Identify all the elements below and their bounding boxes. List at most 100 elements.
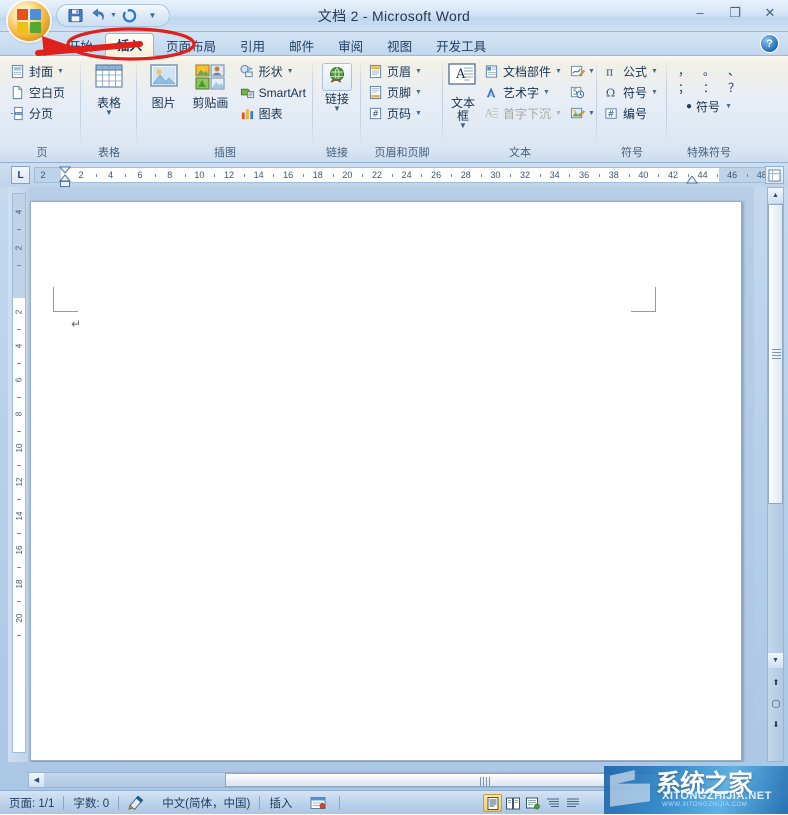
object-button[interactable]: ▼: [567, 103, 598, 124]
chevron-down-icon[interactable]: ▼: [57, 68, 64, 75]
header-button[interactable]: 页眉 ▼: [365, 61, 425, 82]
status-proofing-button[interactable]: [119, 791, 153, 815]
vertical-scroll-thumb[interactable]: [768, 204, 783, 504]
signature-line-button[interactable]: ▼: [567, 61, 598, 82]
horizontal-ruler-bar[interactable]: 2 2 4 6 8 10 12 14 16 18 20 22 24 26 28 30 32 34 36 38 40 42 4…: [34, 166, 778, 187]
status-word-count[interactable]: 字数: 0: [64, 791, 118, 815]
clipart-button[interactable]: 剪贴画: [186, 61, 234, 110]
customize-qat-button[interactable]: ▼: [142, 6, 163, 25]
view-outline-button[interactable]: [543, 794, 562, 812]
select-browse-object-button[interactable]: ◯: [769, 696, 783, 710]
scroll-left-button[interactable]: ◀: [29, 773, 44, 787]
group-caption-special-symbols: 特殊符号: [687, 147, 731, 159]
special-symbol-colon[interactable]: ：: [703, 79, 715, 96]
view-print-layout-button[interactable]: [483, 794, 502, 812]
save-button[interactable]: [65, 6, 86, 25]
numbering-button[interactable]: # 编号: [601, 103, 661, 124]
chevron-down-icon[interactable]: ▼: [415, 110, 422, 117]
close-button[interactable]: ✕: [758, 4, 782, 21]
maximize-button[interactable]: ❐: [723, 4, 747, 21]
status-language[interactable]: 中文(简体，中国): [153, 791, 259, 815]
horizontal-scroll-thumb[interactable]: [225, 773, 745, 787]
undo-button[interactable]: [88, 6, 109, 25]
chevron-down-icon[interactable]: ▼: [415, 89, 422, 96]
redo-button[interactable]: [119, 6, 140, 25]
picture-button[interactable]: 图片: [141, 61, 186, 110]
next-page-button[interactable]: ⬇: [769, 717, 783, 731]
ribbon-tab-7[interactable]: 开发工具: [424, 33, 498, 56]
page-number-button[interactable]: # 页码 ▼: [365, 103, 425, 124]
chevron-down-icon[interactable]: ▼: [651, 89, 658, 96]
previous-page-button[interactable]: ⬆: [769, 675, 783, 689]
view-full-screen-reading-button[interactable]: [503, 794, 522, 812]
chevron-down-icon[interactable]: ▼: [105, 109, 113, 117]
chevron-down-icon[interactable]: ▼: [333, 105, 341, 113]
horizontal-scrollbar[interactable]: ◀: [28, 772, 754, 788]
vertical-ruler-bar[interactable]: 4 2 2 4 6 8 10 12 14 16 18 20: [12, 193, 26, 753]
scroll-up-button[interactable]: ▲: [768, 188, 783, 203]
view-draft-button[interactable]: [563, 794, 582, 812]
status-macro-button[interactable]: [301, 791, 335, 815]
quick-parts-button[interactable]: 文档部件 ▼: [481, 61, 565, 82]
page-break-button[interactable]: 分页: [7, 103, 68, 124]
ribbon-tab-0[interactable]: 开始: [56, 33, 105, 56]
special-symbol-enumcomma[interactable]: 、: [728, 62, 740, 79]
scroll-down-button[interactable]: ▼: [768, 653, 783, 668]
special-symbol-question[interactable]: ？: [728, 79, 740, 96]
chart-button[interactable]: 图表: [237, 103, 309, 124]
chevron-down-icon[interactable]: ▼: [588, 68, 595, 75]
right-indent-marker[interactable]: [686, 176, 698, 186]
view-web-layout-button[interactable]: [523, 794, 542, 812]
chevron-down-icon[interactable]: ▼: [287, 68, 294, 75]
horizontal-ruler[interactable]: L 2 2 4 6 8 10 12 14 16 18 20 22 24 26 28 30 32 34 36 38 40 4…: [0, 163, 788, 187]
help-icon[interactable]: ?: [761, 35, 778, 52]
document-area[interactable]: ↵: [28, 187, 754, 762]
blank-page-button[interactable]: 空白页: [7, 82, 68, 103]
tab-stop-selector[interactable]: L: [11, 166, 30, 184]
special-symbol-period[interactable]: 。: [703, 62, 715, 79]
undo-dropdown-arrow[interactable]: ▼: [110, 12, 117, 19]
special-symbol-comma[interactable]: ，: [678, 62, 690, 79]
hruler-number-8: 16: [283, 170, 294, 180]
ribbon-tab-5[interactable]: 审阅: [326, 33, 375, 56]
wordart-button[interactable]: 艺术字 ▼: [481, 82, 565, 103]
office-button[interactable]: [8, 1, 50, 41]
cover-page-button[interactable]: 封面 ▼: [7, 61, 68, 82]
footer-icon: [368, 85, 384, 101]
status-page[interactable]: 页面: 1/1: [0, 791, 63, 815]
textbox-button[interactable]: A 文本框 ▼: [447, 61, 479, 130]
ribbon-tab-1[interactable]: 插入: [105, 33, 155, 56]
dropcap-button[interactable]: A 首字下沉 ▼: [481, 103, 565, 124]
chevron-down-icon[interactable]: ▼: [543, 89, 550, 96]
footer-button[interactable]: 页脚 ▼: [365, 82, 425, 103]
ribbon-tab-2[interactable]: 页面布局: [154, 33, 228, 56]
minimize-button[interactable]: –: [688, 4, 712, 21]
date-time-button[interactable]: 5: [567, 82, 598, 103]
ribbon-tab-4[interactable]: 邮件: [277, 33, 326, 56]
status-insert-mode[interactable]: 插入: [260, 791, 301, 815]
left-indent-marker[interactable]: [59, 165, 71, 187]
special-symbol-semicolon[interactable]: ；: [678, 79, 690, 96]
vruler-number-1: 2: [14, 245, 24, 251]
clipart-label: 剪贴画: [192, 96, 229, 110]
chevron-down-icon[interactable]: ▼: [651, 68, 658, 75]
special-symbol-more-button[interactable]: ● 符号 ▼: [683, 96, 735, 117]
chevron-down-icon[interactable]: ▼: [555, 68, 562, 75]
symbol-button[interactable]: Ω 符号 ▼: [601, 82, 661, 103]
document-page[interactable]: ↵: [30, 201, 742, 761]
ribbon-tab-6[interactable]: 视图: [375, 33, 424, 56]
equation-button[interactable]: π 公式 ▼: [601, 61, 661, 82]
ribbon-tab-3[interactable]: 引用: [228, 33, 277, 56]
table-button[interactable]: 表格 ▼: [85, 61, 133, 117]
chevron-down-icon[interactable]: ▼: [415, 68, 422, 75]
vertical-scrollbar[interactable]: ▲ ▼ ⬆ ◯ ⬇: [767, 187, 784, 762]
chevron-down-icon[interactable]: ▼: [459, 122, 467, 130]
shapes-button[interactable]: 形状 ▼: [237, 61, 309, 82]
view-ruler-toggle-button[interactable]: [765, 166, 784, 184]
smartart-button[interactable]: SmartArt: [237, 82, 309, 103]
vertical-ruler[interactable]: 4 2 2 4 6 8 10 12 14 16 18 20: [8, 187, 28, 762]
chevron-down-icon[interactable]: ▼: [588, 110, 595, 117]
chevron-down-icon[interactable]: ▼: [725, 103, 732, 110]
chart-label: 图表: [258, 107, 283, 121]
links-button[interactable]: 链接 ▼: [317, 61, 357, 113]
